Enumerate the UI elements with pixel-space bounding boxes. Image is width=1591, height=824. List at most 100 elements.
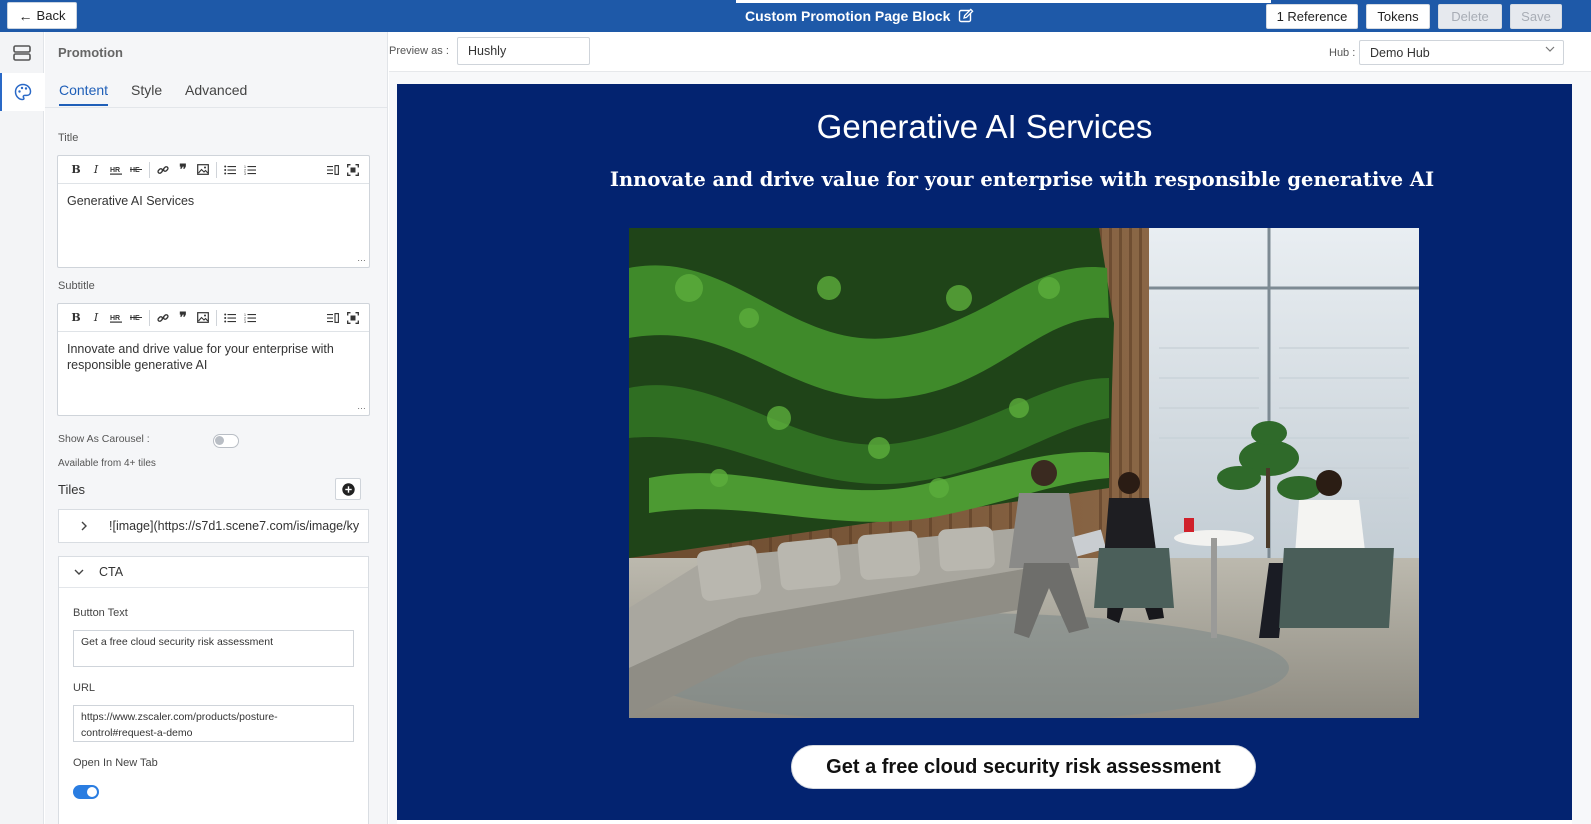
subtitle-editor-toolbar: B I HR HE ❞ 123 bbox=[58, 304, 369, 332]
cta-header[interactable]: CTA bbox=[59, 557, 368, 588]
svg-text:3: 3 bbox=[244, 172, 246, 175]
toolbar-divider bbox=[216, 309, 217, 326]
title-editor: B I HR HE ❞ 123 Generative AI Services … bbox=[57, 155, 370, 268]
promo-bottom-edge bbox=[397, 820, 1572, 824]
preview-as-input[interactable]: Hushly bbox=[457, 37, 590, 65]
new-tab-toggle[interactable] bbox=[73, 785, 99, 799]
save-label: Save bbox=[1521, 9, 1551, 24]
title-field-label: Title bbox=[58, 132, 79, 144]
delete-label: Delete bbox=[1451, 9, 1489, 24]
back-label: Back bbox=[36, 8, 66, 23]
strikethrough-icon[interactable]: HE bbox=[126, 308, 146, 328]
carousel-label: Show As Carousel : bbox=[58, 433, 150, 445]
fullscreen-icon[interactable] bbox=[343, 160, 363, 180]
hub-select-value: Demo Hub bbox=[1370, 46, 1430, 60]
quote-icon[interactable]: ❞ bbox=[173, 160, 193, 180]
resize-handle-icon[interactable]: … bbox=[357, 250, 366, 266]
link-icon[interactable] bbox=[153, 308, 173, 328]
add-tile-button[interactable] bbox=[335, 478, 361, 500]
toolbar-divider bbox=[149, 161, 150, 178]
image-icon[interactable] bbox=[193, 308, 213, 328]
toggle-knob bbox=[215, 436, 224, 445]
delete-button[interactable]: Delete bbox=[1438, 4, 1502, 29]
url-input[interactable]: https://www.zscaler.com/products/posture… bbox=[73, 705, 354, 742]
italic-icon[interactable]: I bbox=[86, 160, 106, 180]
bullet-list-icon[interactable] bbox=[220, 308, 240, 328]
subtitle-editor-text: Innovate and drive value for your enterp… bbox=[67, 342, 334, 372]
tokens-label: Tokens bbox=[1377, 9, 1419, 24]
references-label: 1 Reference bbox=[1276, 9, 1348, 24]
promo-title: Generative AI Services bbox=[816, 108, 1153, 145]
palette-icon bbox=[14, 83, 32, 101]
button-text-input[interactable]: Get a free cloud security risk assessmen… bbox=[73, 630, 354, 667]
settings-panel: Promotion Content Style Advanced Title B… bbox=[45, 32, 388, 824]
panel-title: Promotion bbox=[58, 45, 123, 60]
page-title: Custom Promotion Page Block bbox=[745, 8, 951, 24]
preview-toolbar: Preview as : Hushly Hub : Demo Hub bbox=[389, 32, 1591, 72]
quote-icon[interactable]: ❞ bbox=[173, 308, 193, 328]
bold-icon[interactable]: B bbox=[66, 308, 86, 328]
promotion-block: Generative AI Services Innovate and driv… bbox=[397, 84, 1572, 824]
references-button[interactable]: 1 Reference bbox=[1266, 4, 1358, 29]
heading-icon[interactable]: HR bbox=[106, 308, 126, 328]
strikethrough-icon[interactable]: HE bbox=[126, 160, 146, 180]
bullet-list-icon[interactable] bbox=[220, 160, 240, 180]
office-scene-image bbox=[629, 228, 1419, 718]
toolbar-right-group bbox=[323, 160, 363, 180]
tokens-button[interactable]: Tokens bbox=[1366, 4, 1430, 29]
title-editor-toolbar: B I HR HE ❞ 123 bbox=[58, 156, 369, 184]
subtitle-editor: B I HR HE ❞ 123 Innovate and drive value… bbox=[57, 303, 370, 416]
numbered-list-icon[interactable]: 123 bbox=[240, 160, 260, 180]
layout-icon bbox=[13, 45, 31, 61]
toolbar-divider bbox=[216, 161, 217, 178]
svg-text:HE: HE bbox=[130, 167, 140, 174]
toggle-knob bbox=[87, 787, 97, 797]
promo-cta-button[interactable]: Get a free cloud security risk assessmen… bbox=[791, 745, 1256, 789]
tiles-label: Tiles bbox=[58, 482, 85, 497]
resize-handle-icon[interactable]: … bbox=[357, 398, 366, 414]
heading-icon[interactable]: HR bbox=[106, 160, 126, 180]
tile-item[interactable]: ![image](https://s7d1.scene7.com/is/imag… bbox=[58, 509, 369, 543]
edit-icon[interactable] bbox=[958, 8, 974, 24]
carousel-toggle[interactable] bbox=[213, 434, 239, 448]
preview-as-label: Preview as : bbox=[389, 45, 449, 57]
bold-icon[interactable]: B bbox=[66, 160, 86, 180]
fullscreen-icon[interactable] bbox=[343, 308, 363, 328]
link-icon[interactable] bbox=[153, 160, 173, 180]
svg-text:HR: HR bbox=[110, 167, 120, 174]
rail-layout-button[interactable] bbox=[0, 34, 44, 72]
tile-item-text: ![image](https://s7d1.scene7.com/is/imag… bbox=[109, 519, 360, 533]
left-rail bbox=[0, 32, 44, 824]
svg-text:3: 3 bbox=[244, 320, 246, 323]
title-editor-body[interactable]: Generative AI Services … bbox=[58, 184, 369, 267]
side-by-side-icon[interactable] bbox=[323, 160, 343, 180]
subtitle-editor-body[interactable]: Innovate and drive value for your enterp… bbox=[58, 332, 369, 415]
svg-text:HR: HR bbox=[110, 315, 120, 322]
rail-style-button[interactable] bbox=[0, 73, 44, 111]
hub-select[interactable]: Demo Hub bbox=[1359, 40, 1564, 65]
tab-advanced[interactable]: Advanced bbox=[185, 82, 247, 104]
page-title-group: Custom Promotion Page Block bbox=[745, 0, 974, 32]
italic-icon[interactable]: I bbox=[86, 308, 106, 328]
back-button[interactable]: ← Back bbox=[7, 2, 77, 29]
plus-circle-icon bbox=[341, 482, 355, 496]
numbered-list-icon[interactable]: 123 bbox=[240, 308, 260, 328]
chevron-down-icon bbox=[1545, 44, 1555, 56]
tab-content[interactable]: Content bbox=[59, 82, 109, 106]
panel-tabs: Content Style Advanced bbox=[45, 74, 387, 108]
arrow-left-icon: ← bbox=[18, 7, 33, 24]
tab-style[interactable]: Style bbox=[131, 82, 162, 104]
top-bar: ← Back Custom Promotion Page Block 1 Ref… bbox=[0, 0, 1591, 32]
url-label: URL bbox=[73, 682, 96, 694]
subtitle-field-label: Subtitle bbox=[58, 280, 95, 292]
side-by-side-icon[interactable] bbox=[323, 308, 343, 328]
title-editor-text: Generative AI Services bbox=[67, 194, 195, 208]
promo-cta-label: Get a free cloud security risk assessmen… bbox=[826, 755, 1221, 778]
button-text-label: Button Text bbox=[73, 607, 128, 619]
promo-image bbox=[629, 228, 1419, 718]
toolbar-right-group bbox=[323, 308, 363, 328]
preview-canvas: Generative AI Services Innovate and driv… bbox=[389, 72, 1591, 824]
image-icon[interactable] bbox=[193, 160, 213, 180]
carousel-note: Available from 4+ tiles bbox=[58, 458, 156, 469]
save-button[interactable]: Save bbox=[1510, 4, 1562, 29]
